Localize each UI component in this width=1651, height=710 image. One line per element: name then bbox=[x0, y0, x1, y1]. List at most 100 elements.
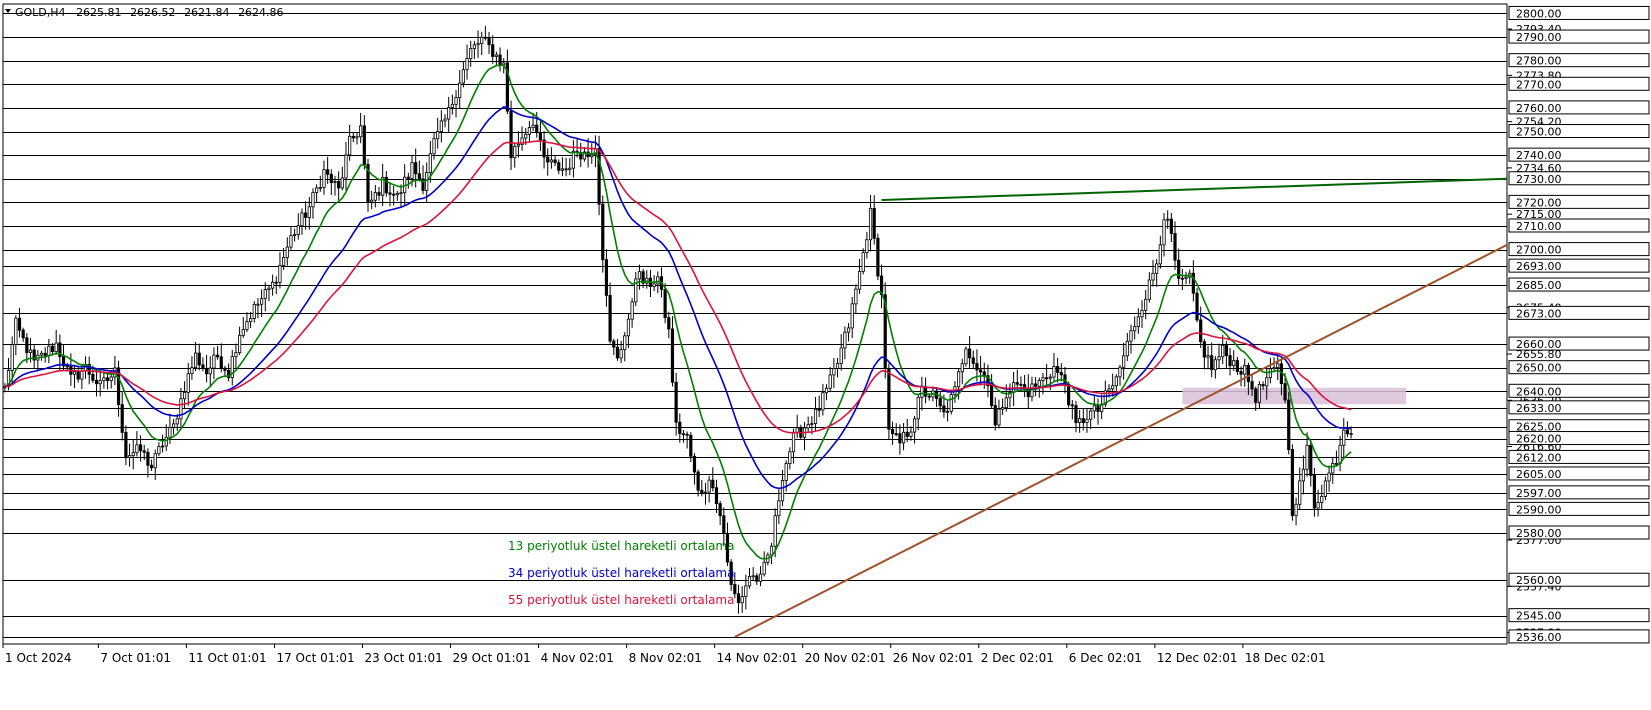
candle-body bbox=[1056, 366, 1060, 373]
candle-body bbox=[806, 424, 810, 429]
candle-body bbox=[887, 367, 891, 430]
candle-body bbox=[212, 354, 216, 369]
candle-body bbox=[1257, 384, 1261, 403]
price-label: 2770.00 bbox=[1516, 78, 1562, 91]
candle-body bbox=[747, 576, 752, 587]
supply-zone bbox=[1182, 387, 1407, 405]
candle-body bbox=[1122, 355, 1126, 368]
candle-body bbox=[439, 120, 443, 132]
candle-body bbox=[43, 352, 47, 357]
price-label: 2750.00 bbox=[1516, 126, 1562, 139]
candle-body bbox=[997, 408, 1001, 426]
candle-body bbox=[857, 271, 862, 290]
candle-body bbox=[1114, 376, 1118, 387]
candle-body bbox=[454, 97, 458, 105]
candle-body bbox=[450, 103, 454, 108]
candle-body bbox=[149, 464, 154, 469]
candle-body bbox=[597, 148, 601, 205]
candle-body bbox=[956, 371, 961, 388]
candle-body bbox=[285, 246, 289, 258]
candle-body bbox=[1045, 377, 1049, 380]
candle-body bbox=[1250, 381, 1254, 390]
svg-text:GOLD,H4 2625.81: GOLD,H4 2625.81 2626.52 2621.84 2624.86 bbox=[15, 6, 284, 19]
candle-body bbox=[1283, 383, 1287, 401]
candle-body bbox=[1140, 309, 1144, 318]
candle-body bbox=[755, 575, 759, 582]
price-label: 2685.00 bbox=[1516, 279, 1562, 292]
candle-body bbox=[1037, 380, 1041, 387]
legend-ema13: 13 periyotluk üstel hareketli ortalama bbox=[508, 539, 734, 553]
candle-body bbox=[813, 408, 818, 424]
candle-body bbox=[531, 124, 535, 129]
candle-body bbox=[1173, 233, 1177, 261]
candle-body bbox=[1162, 219, 1166, 246]
candle-body bbox=[498, 54, 502, 66]
candle-body bbox=[245, 321, 249, 330]
candle-body bbox=[1096, 405, 1100, 412]
candle-body bbox=[1316, 502, 1320, 509]
candle-body bbox=[241, 329, 245, 336]
price-chart[interactable]: 2793.402773.802754.202734.602715.002675.… bbox=[0, 0, 1651, 706]
candle-body bbox=[1301, 468, 1306, 482]
candle-body bbox=[377, 192, 381, 196]
candle-body bbox=[1111, 385, 1115, 390]
candle-body bbox=[1169, 218, 1173, 234]
candle-body bbox=[971, 357, 975, 364]
chevron-down-icon[interactable] bbox=[5, 9, 11, 13]
candle-body bbox=[1184, 276, 1188, 279]
candle-body bbox=[80, 370, 84, 380]
candle-body bbox=[681, 433, 686, 436]
candle-body bbox=[28, 349, 33, 353]
candle-body bbox=[938, 398, 942, 407]
candle-body bbox=[1004, 397, 1008, 408]
candle-body bbox=[674, 381, 678, 423]
candle-body bbox=[979, 369, 983, 373]
time-label: 8 Nov 02:01 bbox=[629, 651, 702, 665]
low-value: 2621.84 bbox=[184, 6, 230, 19]
legend-layer: 13 periyotluk üstel hareketli ortalama 3… bbox=[508, 539, 734, 607]
candle-body bbox=[1092, 405, 1096, 412]
candle-body bbox=[146, 451, 150, 466]
candle-body bbox=[696, 471, 700, 491]
candle-body bbox=[920, 386, 924, 398]
candle-body bbox=[868, 207, 873, 241]
candle-body bbox=[98, 380, 102, 385]
candle-body bbox=[1199, 319, 1203, 343]
chart-svg[interactable]: 2793.402773.802754.202734.602715.002675.… bbox=[0, 0, 1651, 706]
candle-body bbox=[945, 410, 950, 413]
candle-body bbox=[890, 428, 895, 435]
price-label: 2612.00 bbox=[1516, 451, 1562, 464]
candle-body bbox=[351, 135, 355, 139]
candle-body bbox=[557, 162, 561, 171]
candle-body bbox=[1155, 263, 1159, 274]
candle-body bbox=[1217, 356, 1221, 361]
candle-body bbox=[1272, 367, 1276, 370]
candle-body bbox=[865, 239, 869, 254]
candle-body bbox=[846, 327, 851, 333]
candle-body bbox=[157, 446, 161, 455]
candle-body bbox=[76, 371, 80, 380]
candle-body bbox=[1345, 429, 1350, 435]
candle-body bbox=[47, 345, 51, 357]
candle-body bbox=[692, 455, 697, 473]
candle-body bbox=[131, 452, 135, 457]
candle-body bbox=[1268, 368, 1272, 379]
time-label: 1 Oct 2024 bbox=[5, 651, 72, 665]
candle-body bbox=[560, 168, 565, 171]
price-label: 2660.00 bbox=[1516, 338, 1562, 351]
candle-body bbox=[425, 172, 429, 191]
candle-body bbox=[601, 203, 605, 261]
candle-body bbox=[876, 237, 880, 277]
candle-body bbox=[626, 318, 631, 337]
candle-body bbox=[175, 418, 179, 425]
candle-body bbox=[204, 368, 209, 375]
candle-body bbox=[663, 288, 667, 319]
candle-body bbox=[960, 363, 964, 373]
candle-body bbox=[1151, 272, 1155, 281]
open-value: 2625.81 bbox=[76, 6, 122, 19]
candle-body bbox=[72, 371, 77, 375]
candle-body bbox=[1338, 444, 1342, 464]
candle-body bbox=[94, 379, 99, 385]
price-label: 2580.00 bbox=[1516, 527, 1562, 540]
candle-body bbox=[604, 259, 609, 296]
